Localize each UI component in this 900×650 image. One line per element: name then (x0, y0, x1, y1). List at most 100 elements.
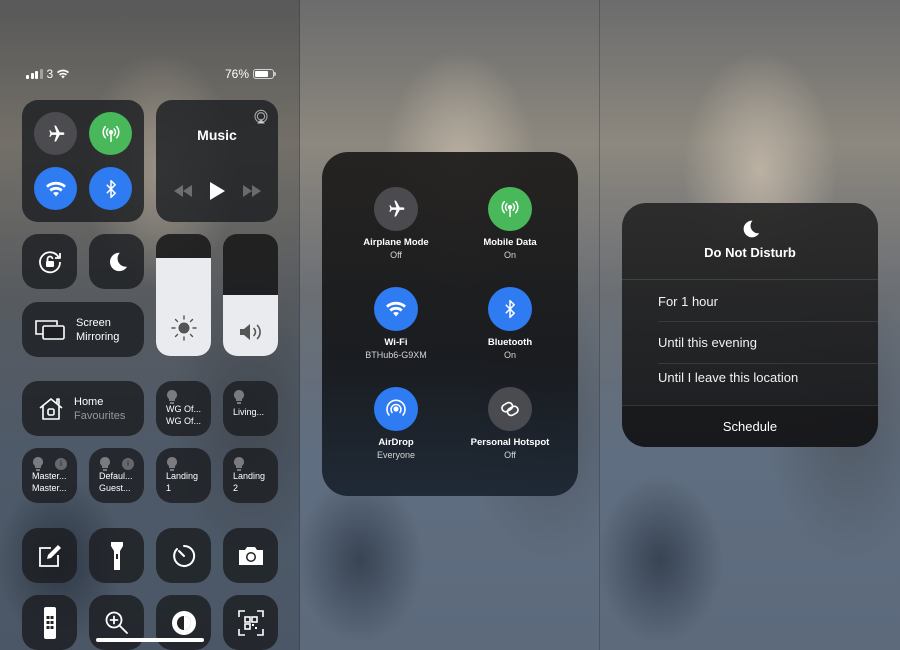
qr-scanner-icon (237, 609, 264, 636)
qr-scanner-button[interactable] (223, 595, 278, 650)
item-name: Bluetooth (487, 337, 533, 348)
airplane-mode-toggle[interactable] (374, 187, 418, 231)
moon-icon (109, 252, 127, 271)
personal-hotspot-toggle[interactable] (488, 387, 532, 431)
notes-icon (38, 544, 61, 567)
connectivity-expanded-panel: Airplane Mode Off Mobile Data On Wi-Fi B… (300, 0, 600, 650)
accessory-line2: 1 (166, 483, 172, 493)
airplane-mode-toggle[interactable] (34, 112, 77, 155)
home-indicator[interactable] (96, 638, 204, 642)
do-not-disturb-menu: Do Not Disturb For 1 hour Until this eve… (622, 203, 878, 447)
separator (658, 363, 878, 364)
rewind-icon[interactable] (173, 185, 193, 197)
airplane-mode-item[interactable]: Airplane Mode Off (336, 187, 456, 261)
item-state: Off (390, 250, 402, 260)
magnifier-icon (105, 611, 128, 634)
airplay-icon[interactable] (253, 109, 269, 125)
lightbulb-icon (33, 457, 43, 471)
flashlight-button[interactable] (89, 528, 144, 583)
accessory-tile[interactable]: i Defaul... Guest... (89, 448, 144, 503)
bluetooth-item[interactable]: Bluetooth On (450, 287, 570, 361)
battery-percentage: 76% (224, 67, 249, 81)
antenna-icon (501, 200, 519, 218)
info-icon[interactable]: i (55, 458, 67, 470)
item-name: AirDrop (378, 437, 414, 448)
mobile-data-item[interactable]: Mobile Data On (450, 187, 570, 261)
accessory-tile[interactable]: Landing 1 (156, 448, 211, 503)
screen-mirroring-icon (35, 319, 65, 340)
dnd-schedule-button[interactable]: Schedule (622, 405, 878, 447)
home-icon (39, 397, 63, 420)
volume-slider[interactable] (223, 234, 278, 356)
wifi-item[interactable]: Wi-Fi BTHub6-G9XM (336, 287, 456, 361)
dnd-option-location[interactable]: Until I leave this location (658, 370, 798, 385)
bluetooth-icon (505, 299, 515, 319)
wifi-toggle[interactable] (34, 167, 77, 210)
music-tile[interactable]: Music (156, 100, 278, 222)
brightness-icon (170, 315, 197, 341)
lightbulb-icon (234, 457, 244, 471)
dnd-header[interactable]: Do Not Disturb (622, 203, 878, 280)
home-subtitle: Favourites (74, 409, 126, 422)
screen-mirroring-line1: Screen (76, 316, 111, 329)
item-name: Airplane Mode (363, 237, 429, 248)
status-bar: 3 76% (26, 66, 276, 82)
item-state: Everyone (376, 450, 416, 460)
bluetooth-toggle[interactable] (488, 287, 532, 331)
accessory-tile[interactable]: WG Of... WG Of... (156, 381, 211, 436)
accessory-line1: Landing (166, 471, 199, 481)
home-favourites-button[interactable]: Home Favourites (22, 381, 144, 436)
play-icon[interactable] (209, 182, 225, 200)
do-not-disturb-panel: Do Not Disturb For 1 hour Until this eve… (600, 0, 900, 650)
accessory-line1: Living... (233, 407, 265, 417)
personal-hotspot-item[interactable]: Personal Hotspot Off (450, 387, 570, 461)
fast-forward-icon[interactable] (242, 185, 262, 197)
notes-button[interactable] (22, 528, 77, 583)
carrier-label: 3 (46, 67, 54, 81)
battery-icon (253, 69, 276, 79)
cellular-data-toggle[interactable] (89, 112, 132, 155)
info-icon[interactable]: i (122, 458, 134, 470)
item-state: BTHub6-G9XM (365, 350, 427, 360)
item-name: Wi-Fi (384, 337, 408, 348)
dnd-option-1-hour[interactable]: For 1 hour (658, 294, 718, 309)
do-not-disturb-button[interactable] (89, 234, 144, 289)
antenna-icon (101, 125, 120, 142)
timer-button[interactable] (156, 528, 211, 583)
flashlight-icon (110, 541, 123, 570)
wifi-toggle[interactable] (374, 287, 418, 331)
home-title: Home (74, 395, 104, 408)
bluetooth-toggle[interactable] (89, 167, 132, 210)
accessory-line1: Master... (32, 471, 67, 481)
item-name: Personal Hotspot (470, 437, 550, 448)
accessory-line2: WG Of... (166, 416, 201, 426)
airdrop-item[interactable]: AirDrop Everyone (336, 387, 456, 461)
screen-mirroring-button[interactable]: Screen Mirroring (22, 302, 144, 357)
wifi-status-icon (57, 69, 70, 79)
apple-tv-remote-button[interactable] (22, 595, 77, 650)
bluetooth-icon (105, 179, 116, 198)
rotation-lock-icon (38, 250, 61, 273)
cellular-signal-icon (26, 69, 43, 79)
accessory-tile[interactable]: Living... (223, 381, 278, 436)
accessory-tile[interactable]: Landing 2 (223, 448, 278, 503)
remote-icon (43, 606, 56, 639)
item-name: Mobile Data (483, 237, 537, 248)
connectivity-tile[interactable] (22, 100, 144, 222)
camera-icon (238, 546, 263, 565)
lightbulb-icon (167, 457, 177, 471)
separator (658, 321, 878, 322)
dark-mode-icon (171, 610, 196, 635)
airdrop-toggle[interactable] (374, 387, 418, 431)
wifi-icon (45, 181, 66, 196)
accessory-line2: Guest... (99, 483, 131, 493)
orientation-lock-button[interactable] (22, 234, 77, 289)
camera-button[interactable] (223, 528, 278, 583)
brightness-slider[interactable] (156, 234, 211, 356)
accessory-line1: Defaul... (99, 471, 133, 481)
accessory-line1: Landing (233, 471, 266, 481)
timer-icon (172, 544, 195, 567)
mobile-data-toggle[interactable] (488, 187, 532, 231)
dnd-option-evening[interactable]: Until this evening (658, 335, 757, 350)
accessory-tile[interactable]: i Master... Master... (22, 448, 77, 503)
